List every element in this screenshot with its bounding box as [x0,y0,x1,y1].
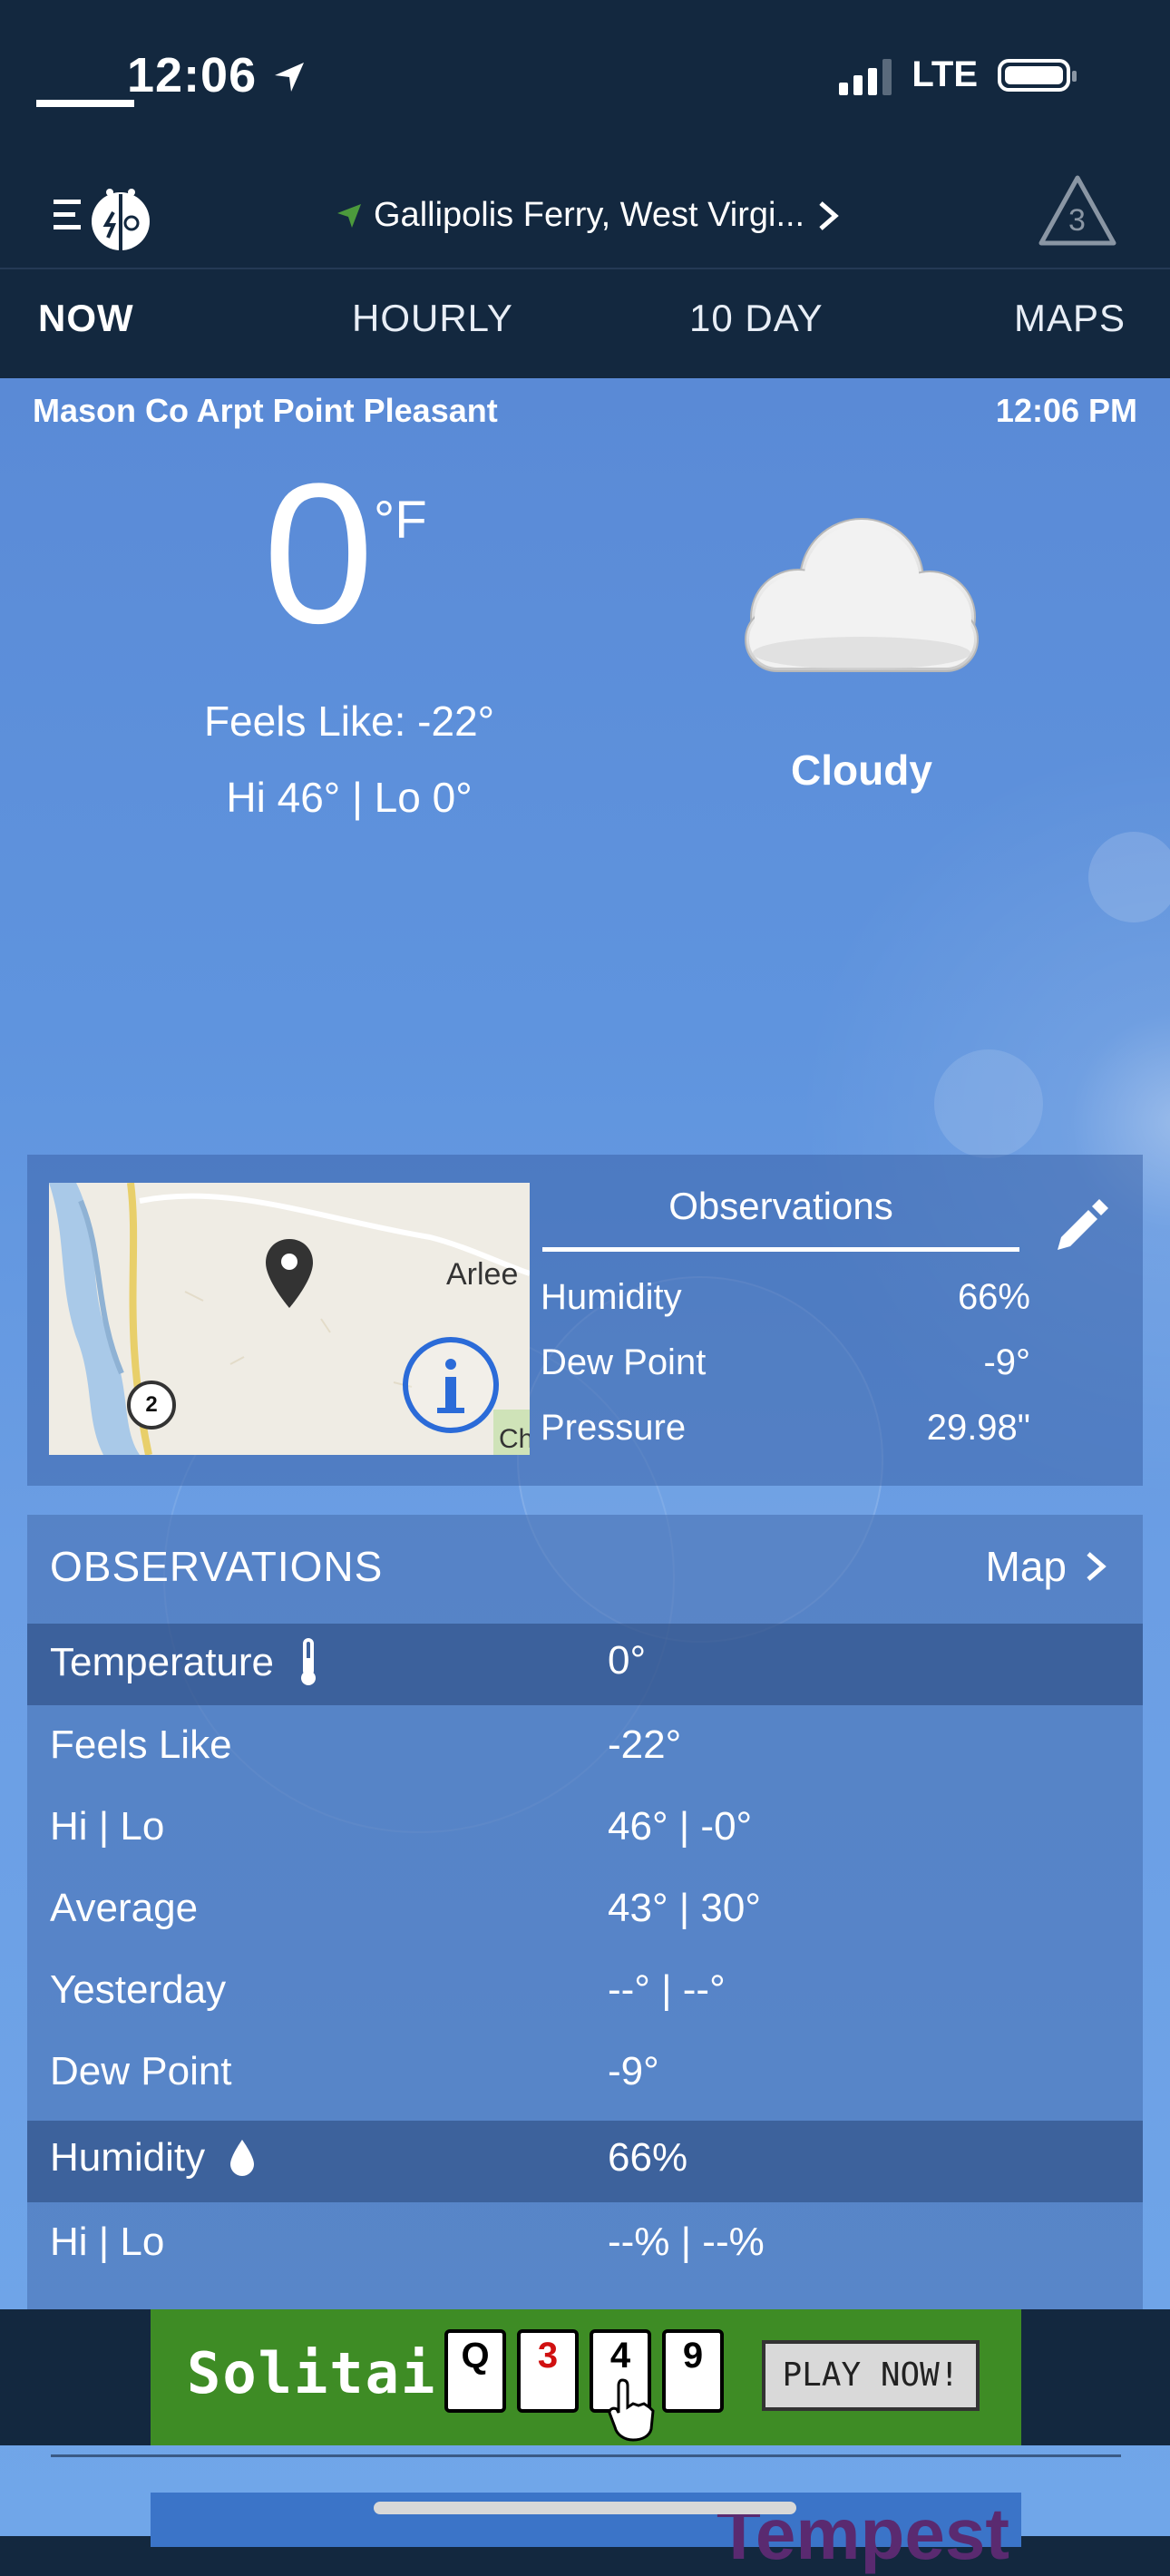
map-pin-icon [266,1239,313,1308]
tab-now[interactable]: NOW [38,297,134,340]
alerts-button[interactable]: 3 [1034,171,1121,252]
table-row: Hi | Lo --% | --% [27,2205,1143,2287]
table-row: Dew Point -9° [27,2034,1143,2116]
current-temperature: 0 [263,442,375,665]
menu-button[interactable] [50,181,159,254]
alert-count: 3 [1068,203,1086,238]
play-now-button[interactable]: PLAY NOW! [762,2340,980,2411]
obs-card-value: 29.98" [926,1408,1030,1448]
row-label: Hi | Lo [50,2220,165,2264]
playing-card: 9 [662,2329,724,2413]
row-label-text: Temperature [50,1640,275,1684]
condition-label: Cloudy [791,746,932,794]
temperature-unit: °F [374,491,427,550]
cloud-icon [726,508,998,689]
row-value: -9° [608,2049,659,2093]
map-link[interactable]: Map [986,1542,1108,1591]
map-place-label: Arlee [446,1257,519,1292]
obs-card-row-dew-point: Dew Point -9° [541,1342,1030,1383]
row-value: 46° | -0° [608,1804,753,1849]
tab-10-day[interactable]: 10 DAY [689,297,824,340]
status-time: 12:06 [127,47,307,103]
chevron-right-icon [819,200,839,230]
row-label-text: Humidity [50,2135,206,2180]
feels-like: Feels Like: -22° [203,698,495,745]
observations-card-title: Observations [668,1185,893,1227]
map-link-label: Map [985,1543,1067,1590]
tab-bar: NOW HOURLY 10 DAY MAPS [0,269,1170,378]
info-icon[interactable] [401,1335,501,1435]
map-place-label-partial: Ch [499,1424,530,1454]
map-thumbnail[interactable]: Arlee Ch 2 [49,1183,530,1455]
obs-card-label: Humidity [541,1277,682,1317]
table-row: Hi | Lo 46° | -0° [27,1790,1143,1871]
table-row: Feels Like -22° [27,1708,1143,1790]
obs-card-value: 66% [957,1277,1030,1317]
divider [51,2454,1121,2457]
hand-cursor-icon [608,2378,655,2442]
app-header: Gallipolis Ferry, West Virgi... 3 [0,154,1170,269]
edit-button[interactable] [1047,1197,1110,1261]
playing-card: Q [444,2329,506,2413]
pencil-icon [1058,1199,1108,1250]
chevron-right-icon [1087,1552,1107,1581]
menu-icon [54,189,150,250]
row-label: Feels Like [50,1722,232,1767]
row-label: Humidity [50,2135,256,2181]
observations-heading: OBSERVATIONS [50,1543,384,1590]
row-label: Yesterday [50,1967,227,2012]
table-row: Temperature 0° [27,1624,1143,1705]
obs-card-label: Pressure [541,1408,687,1448]
table-row: Yesterday --° | --° [27,1953,1143,2034]
observation-time: 12:06 PM [995,392,1137,429]
battery-icon [998,58,1077,92]
observations-card-underline [542,1247,1019,1252]
row-label: Dew Point [50,2049,232,2093]
location-name: Gallipolis Ferry, West Virgi... [374,196,805,234]
hi-lo: Hi 46° | Lo 0° [226,774,473,821]
row-label: Hi | Lo [50,1804,165,1849]
status-indicators: LTE [839,54,1077,95]
table-row: Humidity 66% [27,2121,1143,2202]
tab-active-indicator [36,100,134,107]
obs-card-row-pressure: Pressure 29.98" [541,1408,1030,1449]
tab-hourly[interactable]: HOURLY [352,297,513,340]
playing-card: 3 [517,2329,579,2413]
status-time-text: 12:06 [127,48,258,102]
location-selector[interactable]: Gallipolis Ferry, West Virgi... [336,196,843,235]
row-value: -22° [608,1722,682,1767]
row-value: --% | --% [608,2220,765,2264]
location-arrow-icon [275,63,305,92]
thermometer-icon [301,1638,317,1685]
obs-card-row-humidity: Humidity 66% [541,1277,1030,1318]
row-value: 0° [608,1638,647,1683]
signal-icon [839,55,892,95]
table-row: Average 43° | 30° [27,1871,1143,1953]
station-name: Mason Co Arpt Point Pleasant [33,392,498,429]
row-value: --° | --° [608,1967,726,2012]
obs-card-label: Dew Point [541,1342,707,1382]
row-label: Average [50,1886,199,1930]
row-value: 66% [608,2135,688,2180]
droplet-icon [230,2140,255,2176]
tab-maps[interactable]: MAPS [1014,297,1126,340]
network-label: LTE [912,54,978,94]
obs-card-value: -9° [983,1342,1030,1382]
route-badge: 2 [127,1381,176,1429]
row-label: Temperature [50,1638,319,1687]
row-value: 43° | 30° [608,1886,761,1930]
home-indicator[interactable] [374,2502,796,2514]
location-arrow-icon [337,203,361,228]
